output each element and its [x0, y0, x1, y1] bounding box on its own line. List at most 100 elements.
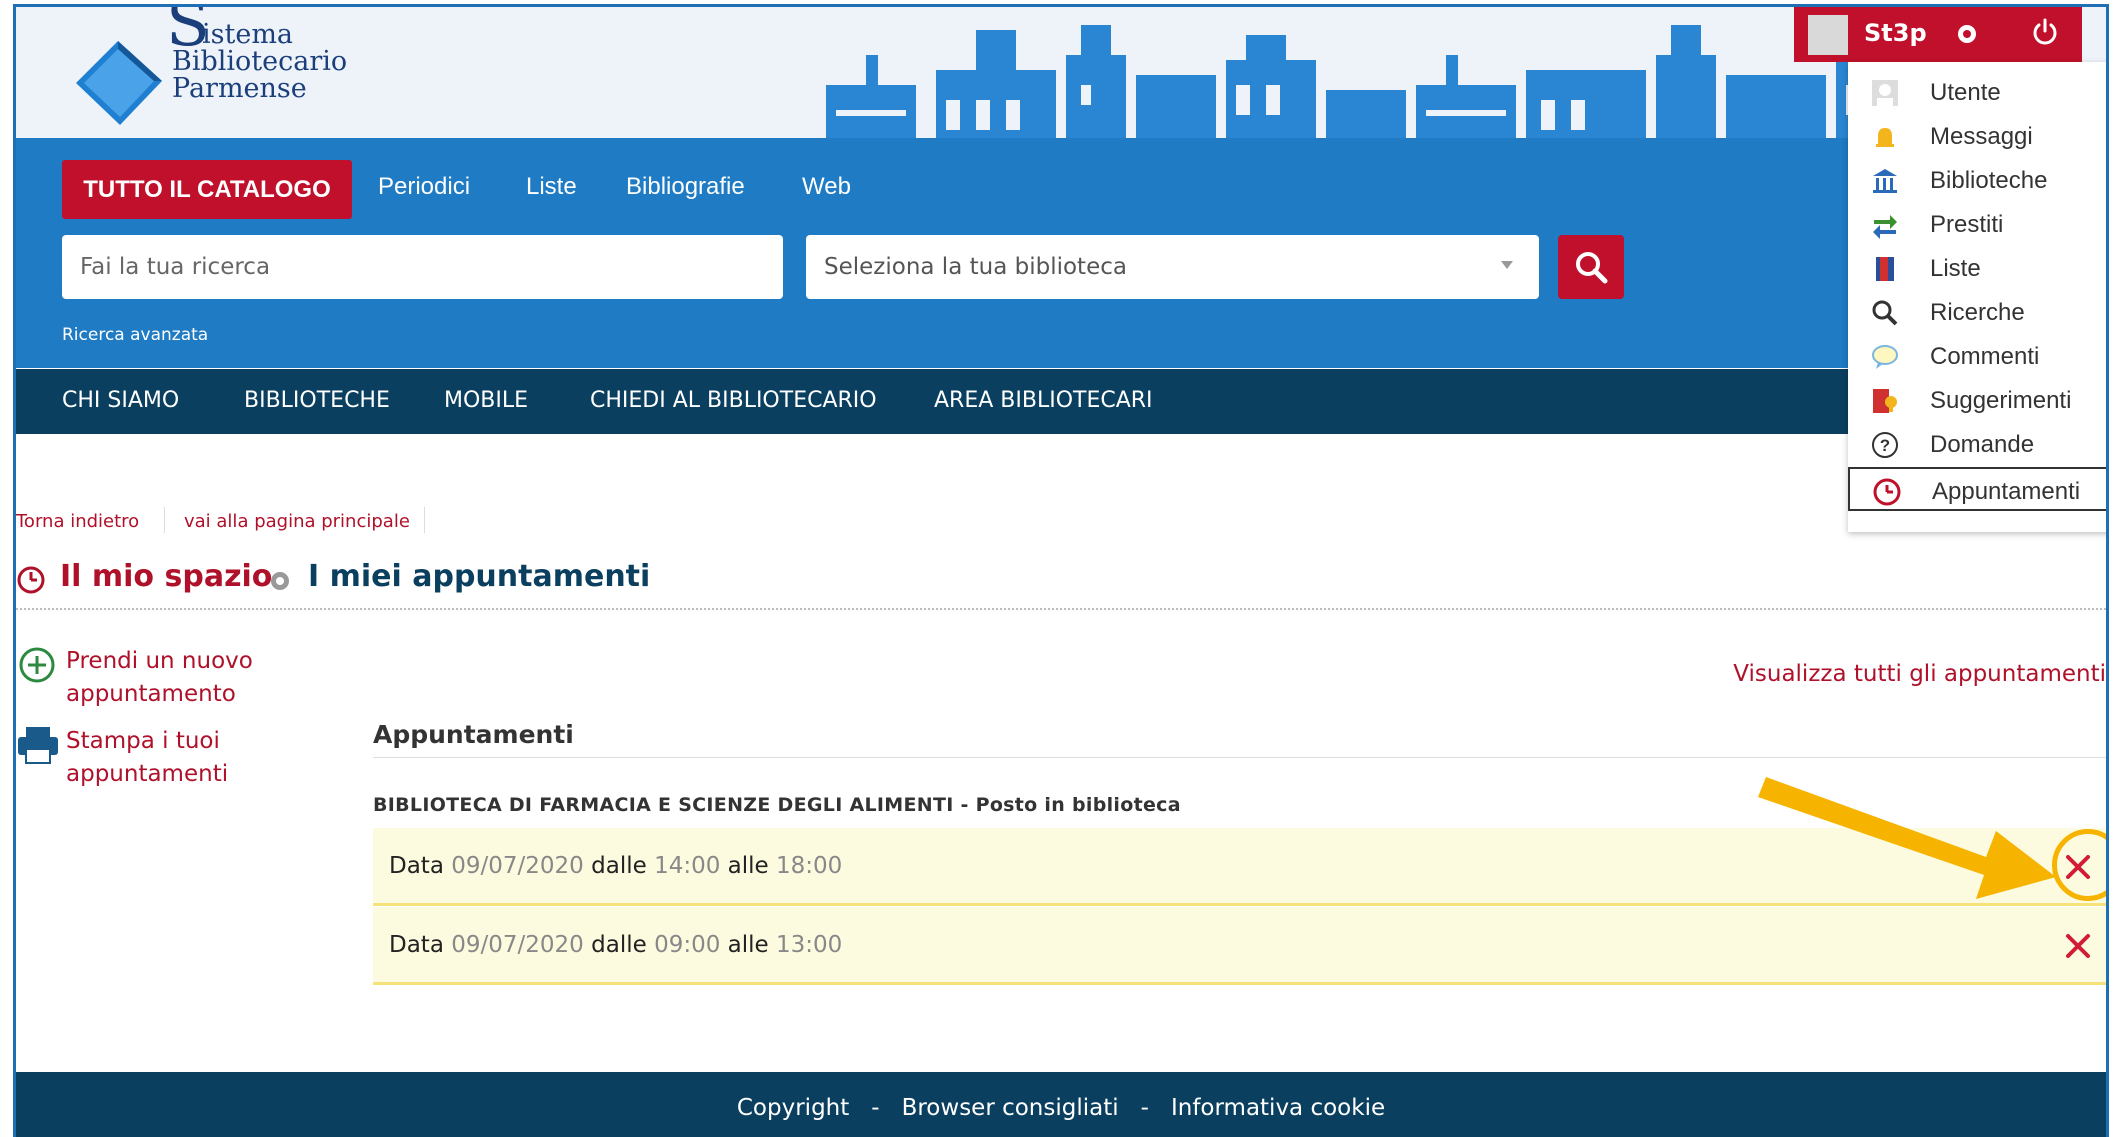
- printer-icon: [18, 727, 58, 764]
- library-select-placeholder: Seleziona la tua biblioteca: [824, 254, 1127, 280]
- appointment-library: BIBLIOTECA DI FARMACIA E SCIENZE DEGLI A…: [373, 794, 1181, 816]
- clock-icon: [1873, 478, 1901, 506]
- menu-item-messaggi[interactable]: Messaggi: [1848, 114, 2106, 158]
- tab-periodici[interactable]: Periodici: [378, 173, 470, 201]
- logout-power-icon[interactable]: [2030, 17, 2060, 47]
- appointment-date: 09/07/2020: [451, 853, 584, 879]
- menu-label: Commenti: [1930, 343, 2040, 370]
- menu-item-ricerche[interactable]: Ricerche: [1848, 290, 2106, 334]
- menu-label: Appuntamenti: [1932, 478, 2081, 505]
- tab-liste[interactable]: Liste: [526, 173, 577, 201]
- logo-line-3: Parmense: [172, 73, 307, 104]
- menu-item-appuntamenti[interactable]: Appuntamenti: [1848, 467, 2106, 511]
- list-book-icon: [1876, 257, 1894, 281]
- menu-item-domande[interactable]: ? Domande: [1848, 422, 2106, 466]
- menu-item-commenti[interactable]: Commenti: [1848, 334, 2106, 378]
- appointment-start: 09:00: [654, 932, 721, 958]
- appointment-text: Data 09/07/2020 dalle 09:00 alle 13:00: [389, 932, 842, 958]
- menu-label: Utente: [1930, 79, 2001, 106]
- menu-label: Biblioteche: [1930, 167, 2048, 194]
- nav-area-bibliotecari[interactable]: AREA BIBLIOTECARI: [934, 388, 1153, 413]
- main-nav: CHI SIAMO BIBLIOTECHE MOBILE CHIEDI AL B…: [16, 369, 2106, 434]
- nav-biblioteche[interactable]: BIBLIOTECHE: [244, 388, 390, 413]
- clock-icon: [17, 566, 45, 594]
- city-skyline-image: [826, 25, 1926, 138]
- breadcrumb-separator: [164, 507, 165, 533]
- appointment-date: 09/07/2020: [451, 932, 584, 958]
- view-all-appointments-link[interactable]: Visualizza tutti gli appuntamenti: [1733, 661, 2106, 687]
- menu-item-biblioteche[interactable]: Biblioteche: [1848, 158, 2106, 202]
- appointment-end: 13:00: [776, 932, 843, 958]
- appointments-heading: Appuntamenti: [373, 720, 574, 749]
- nav-chiedi-al-bibliotecario[interactable]: CHIEDI AL BIBLIOTECARIO: [590, 388, 877, 413]
- user-icon: [1872, 80, 1898, 106]
- user-name-button[interactable]: St3p: [1864, 19, 1927, 47]
- caret-down-icon: [1501, 261, 1513, 269]
- date-label: Data: [389, 932, 444, 958]
- menu-item-liste[interactable]: Liste: [1848, 246, 2106, 290]
- menu-item-utente[interactable]: Utente: [1848, 70, 2106, 114]
- footer-browser-link[interactable]: Browser consigliati: [902, 1095, 1119, 1121]
- appointment-row: Data 09/07/2020 dalle 09:00 alle 13:00: [373, 907, 2106, 985]
- tab-tutto-il-catalogo[interactable]: TUTTO IL CATALOGO: [62, 160, 352, 219]
- menu-label: Suggerimenti: [1930, 387, 2072, 414]
- breadcrumb-separator: [424, 507, 425, 533]
- footer: Copyright - Browser consigliati - Inform…: [16, 1072, 2106, 1137]
- search-icon: [1872, 300, 1898, 326]
- browser-frame: S istema Bibliotecario Parmense TUTTO IL…: [13, 4, 2109, 1137]
- site-logo[interactable]: S istema Bibliotecario Parmense: [76, 7, 376, 133]
- logo-letter: S: [166, 4, 210, 61]
- print-appointments-link[interactable]: Stampa i tuoi appuntamenti: [66, 725, 306, 791]
- footer-separator: -: [871, 1095, 880, 1121]
- from-label: dalle: [591, 932, 647, 958]
- menu-label: Prestiti: [1930, 211, 2004, 238]
- breadcrumb-back[interactable]: Torna indietro: [16, 511, 139, 532]
- appointment-text: Data 09/07/2020 dalle 14:00 alle 18:00: [389, 853, 842, 879]
- logo-text: S istema Bibliotecario Parmense: [166, 7, 347, 104]
- user-menu-toggle-icon[interactable]: [1958, 25, 1976, 43]
- tab-web[interactable]: Web: [802, 173, 851, 201]
- menu-label: Liste: [1930, 255, 1981, 282]
- from-label: dalle: [591, 853, 647, 879]
- comment-icon: [1872, 345, 1898, 369]
- breadcrumb-home[interactable]: vai alla pagina principale: [184, 511, 410, 532]
- cancel-appointment-button[interactable]: [2055, 923, 2101, 969]
- nav-mobile[interactable]: MOBILE: [444, 388, 528, 413]
- user-dropdown-menu: Utente Messaggi Biblioteche Prestiti Lis…: [1848, 62, 2106, 532]
- menu-label: Ricerche: [1930, 299, 2025, 326]
- header-banner: S istema Bibliotecario Parmense: [16, 7, 2106, 138]
- search-button[interactable]: [1558, 235, 1624, 299]
- close-icon: [2066, 934, 2090, 958]
- footer-cookie-link[interactable]: Informativa cookie: [1171, 1095, 1385, 1121]
- page-subtitle: I miei appuntamenti: [308, 559, 651, 594]
- search-icon: [1576, 252, 1608, 284]
- nav-chi-siamo[interactable]: CHI SIAMO: [62, 388, 179, 413]
- search-input[interactable]: [62, 235, 783, 299]
- svg-text:?: ?: [1880, 436, 1890, 455]
- library-select[interactable]: Seleziona la tua biblioteca: [806, 235, 1539, 299]
- appointment-end: 18:00: [776, 853, 843, 879]
- page-title[interactable]: Il mio spazio: [60, 559, 272, 594]
- menu-item-suggerimenti[interactable]: Suggerimenti: [1848, 378, 2106, 422]
- add-circle-icon: [19, 647, 55, 683]
- appointment-start: 14:00: [654, 853, 721, 879]
- annotation-arrow: [1758, 777, 2056, 899]
- tab-bibliografie[interactable]: Bibliografie: [626, 173, 745, 201]
- advanced-search-link[interactable]: Ricerca avanzata: [62, 325, 208, 345]
- menu-item-prestiti[interactable]: Prestiti: [1848, 202, 2106, 246]
- suggestion-icon: [1873, 389, 1897, 413]
- library-icon: [1873, 169, 1897, 193]
- date-label: Data: [389, 853, 444, 879]
- menu-label: Messaggi: [1930, 123, 2033, 150]
- page-title-row: Il mio spazio I miei appuntamenti: [16, 555, 2106, 605]
- new-appointment-link[interactable]: Prendi un nuovo appuntamento: [66, 645, 306, 711]
- loan-arrows-icon: [1873, 215, 1897, 239]
- question-icon: ?: [1872, 432, 1898, 458]
- footer-separator: -: [1140, 1095, 1149, 1121]
- title-divider: [16, 608, 2106, 610]
- separator-dot-icon: [271, 572, 289, 590]
- bell-icon: [1876, 128, 1894, 147]
- user-bar: St3p: [1794, 7, 2082, 62]
- footer-copyright-link[interactable]: Copyright: [737, 1095, 849, 1121]
- avatar: [1808, 15, 1848, 55]
